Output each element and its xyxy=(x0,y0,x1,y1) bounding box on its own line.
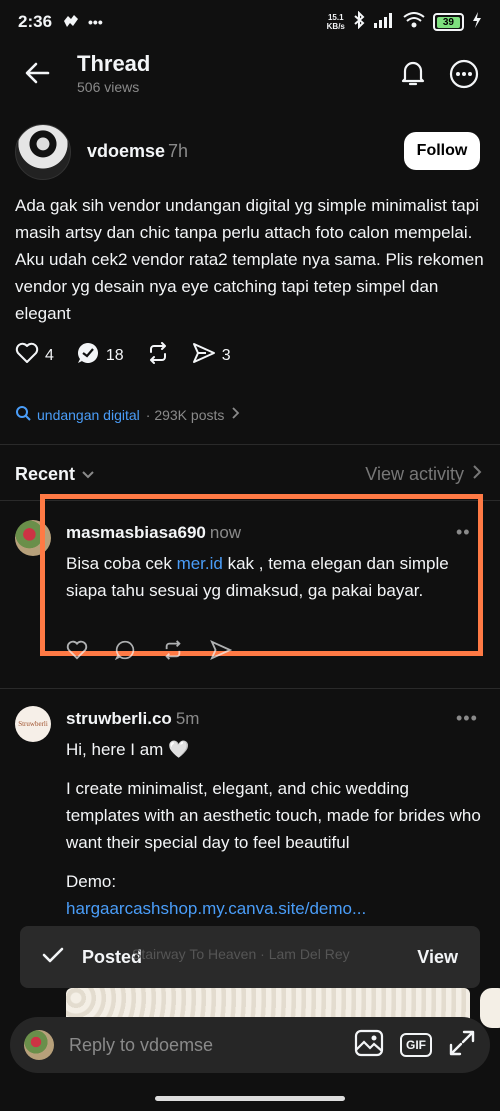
reply-composer[interactable]: Reply to vdoemse GIF xyxy=(10,1017,490,1073)
follow-button[interactable]: Follow xyxy=(404,132,480,170)
expand-icon[interactable] xyxy=(448,1029,476,1062)
media-preview[interactable] xyxy=(480,988,500,1028)
bell-icon[interactable] xyxy=(398,58,428,93)
app-notification-icon xyxy=(62,13,80,32)
avatar xyxy=(24,1030,54,1060)
post-username[interactable]: vdoemse xyxy=(87,141,165,162)
like-button[interactable]: 4 xyxy=(15,342,54,369)
highlight-box xyxy=(40,494,483,656)
repost-icon xyxy=(146,342,170,369)
reply-input[interactable]: Reply to vdoemse xyxy=(69,1035,354,1056)
reply-button[interactable]: 18 xyxy=(76,341,124,370)
image-icon[interactable] xyxy=(354,1029,384,1062)
repost-icon[interactable] xyxy=(162,640,184,665)
background-music-text: Stairway To Heaven · Lam Del Rey xyxy=(132,946,350,962)
reply-time: 5m xyxy=(175,709,200,728)
chevron-right-icon xyxy=(472,464,482,485)
status-bar: 2:36 ••• 15.1 KB/s 39 xyxy=(0,0,500,44)
divider xyxy=(0,688,500,689)
post-time: 7h xyxy=(168,141,189,161)
comment-icon[interactable] xyxy=(114,640,136,665)
page-title: Thread xyxy=(77,51,151,76)
status-time: 2:36 xyxy=(18,12,53,31)
avatar[interactable] xyxy=(15,124,71,180)
reply-username[interactable]: struwberli.co 5m xyxy=(66,709,199,729)
more-notifications-icon: ••• xyxy=(88,14,103,30)
share-count: 3 xyxy=(221,346,231,364)
reply-count: 18 xyxy=(105,346,124,364)
demo-link[interactable]: hargaarcashshop.my.canva.site/demo... xyxy=(66,895,486,922)
divider xyxy=(0,444,500,445)
reply-actions xyxy=(66,640,233,665)
net-speed: 15.1 KB/s xyxy=(326,13,345,31)
more-options-icon[interactable] xyxy=(448,58,480,95)
comment-check-icon xyxy=(76,341,100,370)
gif-icon[interactable]: GIF xyxy=(400,1033,432,1057)
post-actions: 4 18 3 xyxy=(15,341,253,370)
sort-dropdown[interactable]: Recent xyxy=(15,464,95,485)
bluetooth-icon xyxy=(353,10,365,34)
battery-icon: 39 xyxy=(432,13,464,31)
like-count: 4 xyxy=(45,346,54,364)
chevron-down-icon xyxy=(81,464,95,485)
repost-button[interactable] xyxy=(146,342,170,369)
topic-tag[interactable]: undangan digital · 293K posts xyxy=(15,405,240,424)
signal-icon xyxy=(373,12,395,33)
share-button[interactable]: 3 xyxy=(192,342,231,369)
view-activity-link[interactable]: View activity xyxy=(365,464,482,485)
heart-icon[interactable] xyxy=(66,640,88,665)
search-icon xyxy=(15,405,31,424)
send-icon[interactable] xyxy=(210,640,233,665)
heart-icon xyxy=(15,342,39,369)
replies-sort-bar: Recent View activity xyxy=(0,458,500,492)
home-indicator[interactable] xyxy=(155,1096,345,1101)
reply-text: Hi, here I am 🤍 I create minimalist, ele… xyxy=(66,736,486,922)
charging-icon xyxy=(472,11,482,33)
more-icon[interactable]: ••• xyxy=(456,708,478,729)
thread-header: Thread 506 views xyxy=(0,44,500,104)
check-icon xyxy=(42,946,64,969)
chevron-right-icon xyxy=(230,406,240,423)
post-text: Ada gak sih vendor undangan digital yg s… xyxy=(15,196,484,323)
brand-logo: Struwberli xyxy=(18,720,48,728)
send-icon xyxy=(192,342,216,369)
view-post-button[interactable]: View xyxy=(417,947,458,968)
wifi-icon xyxy=(403,11,425,33)
back-arrow-icon[interactable] xyxy=(24,60,50,91)
avatar[interactable]: Struwberli xyxy=(15,706,51,742)
topic-label: undangan digital xyxy=(37,406,140,423)
view-count: 506 views xyxy=(77,79,140,95)
posted-toast: Posted Stairway To Heaven · Lam Del Rey … xyxy=(20,926,480,988)
topic-post-count: · 293K posts xyxy=(145,406,225,423)
